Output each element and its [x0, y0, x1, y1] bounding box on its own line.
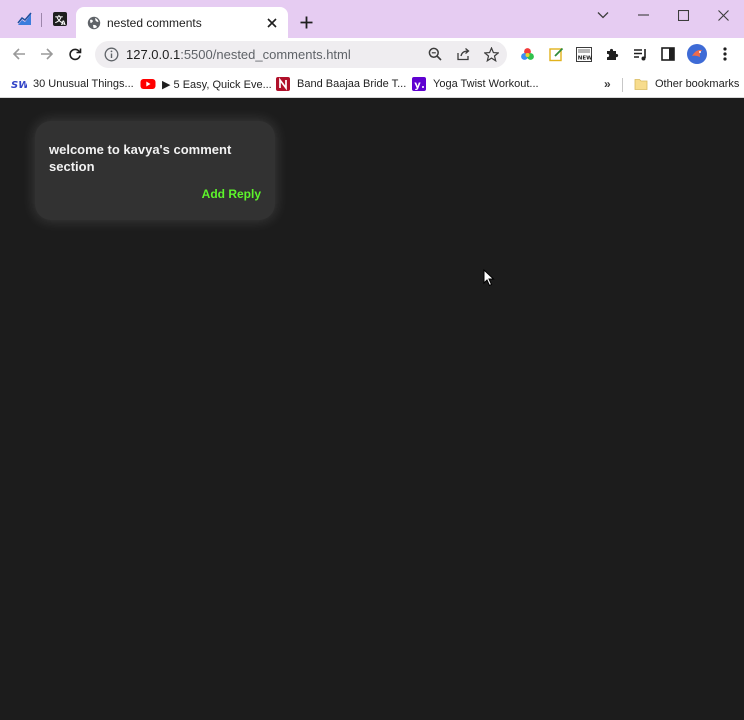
- zoom-button[interactable]: [427, 46, 443, 62]
- comment-text: welcome to kavya's comment section: [49, 142, 232, 174]
- info-icon: [104, 47, 119, 62]
- globe-icon: [87, 16, 101, 30]
- reload-icon: [69, 48, 82, 61]
- edit-note-icon: [548, 47, 563, 61]
- plus-icon: [300, 16, 312, 28]
- close-icon: [267, 18, 277, 28]
- bookmarks-separator: [622, 78, 623, 92]
- arrow-right-icon: [41, 48, 54, 60]
- arrow-left-icon: [12, 48, 25, 60]
- chevron-down-icon: [597, 12, 609, 19]
- address-bar[interactable]: 127.0.0.1:5500/nested_comments.html: [95, 41, 507, 68]
- maximize-button[interactable]: [662, 0, 704, 30]
- yahoo-icon: y: [411, 77, 427, 91]
- other-bookmarks-folder[interactable]: Other bookmarks: [633, 75, 739, 93]
- folder-icon: [633, 77, 649, 91]
- news-icon: NEW: [576, 46, 592, 62]
- page-viewport: welcome to kavya's comment section Add R…: [0, 99, 744, 720]
- tab-close-button[interactable]: [264, 15, 280, 31]
- bookmark-item[interactable]: Band Baajaa Bride T...: [275, 75, 406, 93]
- minimize-button[interactable]: [622, 0, 664, 30]
- youtube-icon: [140, 77, 156, 91]
- tab-strip: 文 A nested comments: [0, 0, 744, 38]
- playlist-icon: [633, 48, 646, 60]
- netflix-icon: [275, 77, 291, 91]
- share-icon: [456, 48, 470, 61]
- bookmark-label: ▶ 5 Easy, Quick Eve...: [162, 78, 272, 91]
- browser-toolbar: 127.0.0.1:5500/nested_comments.html NEW: [0, 38, 744, 70]
- pinned-tab-translate[interactable]: 文 A: [50, 9, 70, 29]
- sw-favicon-icon: SW: [11, 77, 27, 91]
- bookmark-label: 30 Unusual Things...: [33, 78, 134, 90]
- new-tab-button[interactable]: [297, 13, 315, 31]
- back-button[interactable]: [9, 44, 29, 64]
- profile-avatar[interactable]: [687, 44, 707, 64]
- color-picker-extension[interactable]: [519, 46, 535, 62]
- reload-button[interactable]: [65, 44, 85, 64]
- close-icon: [717, 9, 729, 21]
- forward-button[interactable]: [37, 44, 57, 64]
- svg-text:SW: SW: [11, 80, 27, 90]
- url-text: 127.0.0.1:5500/nested_comments.html: [126, 47, 351, 62]
- mouse-cursor-icon: [483, 269, 495, 287]
- notes-extension[interactable]: [548, 46, 564, 62]
- bookmarks-bar: SW 30 Unusual Things... ▶ 5 Easy, Quick …: [0, 70, 744, 98]
- reading-list-button[interactable]: [632, 46, 648, 62]
- side-panel-button[interactable]: [660, 46, 676, 62]
- svg-text:A: A: [61, 20, 66, 27]
- more-bookmarks-chevron-icon[interactable]: »: [604, 77, 611, 91]
- maximize-icon: [677, 9, 689, 21]
- share-button[interactable]: [455, 46, 471, 62]
- translate-favicon-icon: 文 A: [53, 12, 67, 27]
- kebab-menu-icon: [723, 47, 727, 61]
- tab-separator: [41, 13, 42, 27]
- profile-bird-icon: [692, 49, 702, 57]
- tab-title: nested comments: [107, 16, 202, 30]
- bookmark-item[interactable]: y Yoga Twist Workout...: [411, 75, 539, 93]
- tab-search-button[interactable]: [582, 0, 624, 30]
- bookmark-item[interactable]: SW 30 Unusual Things...: [11, 75, 134, 93]
- side-panel-icon: [661, 47, 675, 61]
- tab-active[interactable]: nested comments: [76, 7, 288, 38]
- pinned-tab-chart[interactable]: [15, 9, 35, 29]
- news-extension[interactable]: NEW: [576, 46, 592, 62]
- browser-menu-button[interactable]: [716, 44, 734, 64]
- chart-favicon-icon: [17, 12, 32, 25]
- bookmark-label: Yoga Twist Workout...: [433, 78, 539, 90]
- url-path: :5500/nested_comments.html: [180, 47, 351, 62]
- bookmark-item[interactable]: ▶ 5 Easy, Quick Eve...: [140, 75, 272, 93]
- close-window-button[interactable]: [702, 0, 744, 30]
- color-wheel-icon: [520, 47, 534, 60]
- comment-card: welcome to kavya's comment section Add R…: [35, 121, 275, 220]
- magnifier-icon: [428, 47, 442, 61]
- bookmark-star-button[interactable]: [483, 46, 499, 62]
- puzzle-icon: [607, 48, 619, 60]
- extensions-button[interactable]: [604, 46, 620, 62]
- add-reply-button[interactable]: Add Reply: [202, 187, 261, 201]
- svg-text:NEW: NEW: [578, 55, 592, 61]
- other-bookmarks-label: Other bookmarks: [655, 78, 740, 90]
- star-icon: [483, 46, 499, 62]
- svg-text:y: y: [414, 80, 421, 91]
- url-host: 127.0.0.1: [126, 47, 181, 62]
- bookmark-label: Band Baajaa Bride T...: [297, 78, 407, 90]
- minimize-icon: [637, 14, 649, 16]
